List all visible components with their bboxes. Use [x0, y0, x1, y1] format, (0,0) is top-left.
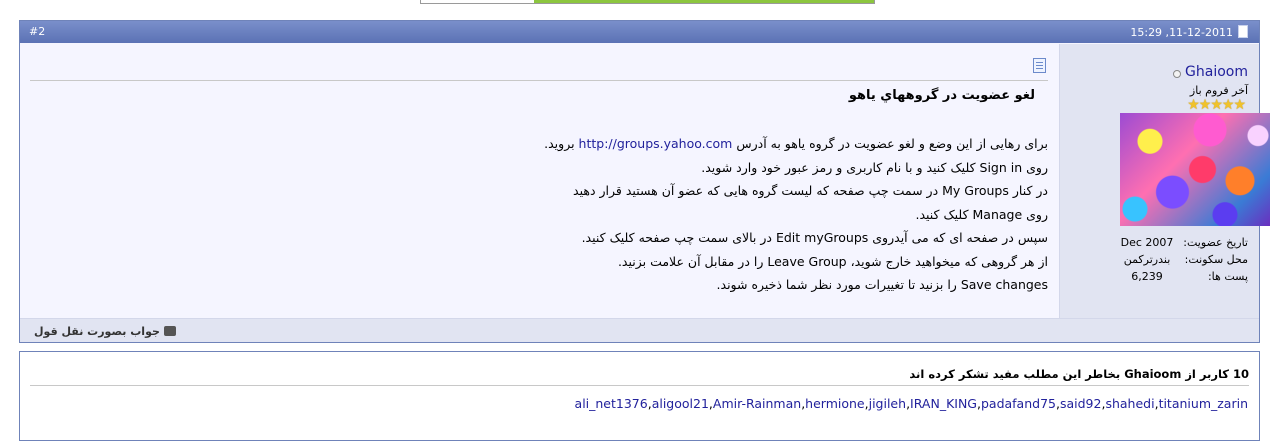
post-footer: جواب بصورت نقل قول: [20, 318, 1259, 342]
thanks-title: 10 کاربر از Ghaioom بخاطر اين مطلب مفيد …: [909, 367, 1249, 381]
quote-reply-label: جواب بصورت نقل قول: [34, 325, 160, 338]
post-number-link[interactable]: #2: [29, 25, 45, 38]
join-date-value: Dec 2007: [1120, 236, 1174, 249]
post-time: 15:29: [1130, 26, 1163, 39]
message-line: از هر گروهی که میخواهید خارج شوید، Leave…: [617, 253, 1048, 269]
thanks-user-link[interactable]: shahedi: [1105, 396, 1154, 411]
posts-row: پست ها: 6,239: [1098, 268, 1248, 285]
message-line: سپس در صفحه ای که می آیدروی Edit myGroup…: [581, 230, 1048, 245]
posts-value: 6,239: [1131, 270, 1163, 283]
thanks-user-link[interactable]: aligool21: [652, 396, 709, 411]
message-line: در کنار My Groups در سمت چپ صفحه که لیست…: [573, 183, 1048, 198]
message-line: روی Manage کلیک کنید.: [915, 206, 1048, 222]
thanks-user-link[interactable]: IRAN_KING: [910, 396, 977, 411]
message-line: برای رهایی از این وضع و لغو عضویت در گرو…: [544, 136, 1048, 151]
message-icon: [1033, 58, 1046, 73]
message-line: روی Sign in کلیک کنید و با نام کاربری و …: [701, 159, 1048, 175]
user-info-panel: Ghaioom آخر فروم باز ★★★★★ تاريخ عضويت: D…: [1059, 44, 1270, 318]
join-date-row: تاريخ عضويت: Dec 2007: [1098, 234, 1248, 251]
post-datetime: 11-12-2011, 15:29: [1130, 26, 1233, 39]
posts-label: پست ها:: [1207, 270, 1248, 283]
quote-reply-button[interactable]: جواب بصورت نقل قول: [34, 325, 176, 338]
thanks-user-list: ali_net1376,aligool21,Amir-Rainman,hermi…: [574, 396, 1248, 411]
thanks-user-link[interactable]: hermione: [805, 396, 864, 411]
thanks-box: 10 کاربر از Ghaioom بخاطر اين مطلب مفيد …: [19, 351, 1260, 441]
thanks-user-link[interactable]: jigileh: [869, 396, 906, 411]
post-date: 11-12-2011: [1169, 26, 1233, 39]
location-value: بندرترکمن: [1123, 253, 1171, 266]
post-header: #2 11-12-2011, 15:29: [20, 21, 1259, 43]
post-message: برای رهایی از این وضع و لغو عضویت در گرو…: [348, 132, 1048, 297]
document-icon: [1238, 25, 1248, 38]
quote-icon: [163, 326, 176, 336]
thanks-user-link[interactable]: titanium_zarin: [1159, 396, 1248, 411]
thanks-user-link[interactable]: said92: [1060, 396, 1102, 411]
top-bar-accent: [534, 0, 874, 3]
groups-yahoo-link[interactable]: http://groups.yahoo.com: [579, 136, 733, 151]
thanks-user-link[interactable]: padafand75: [981, 396, 1056, 411]
thanks-divider: [30, 385, 1249, 386]
location-label: محل سکونت:: [1184, 253, 1248, 266]
rank-stars-icon: ★★★★★: [1187, 97, 1246, 113]
join-date-label: تاريخ عضويت:: [1183, 236, 1248, 249]
thanks-user-link[interactable]: Amir-Rainman: [713, 396, 801, 411]
user-stats: تاريخ عضويت: Dec 2007 محل سکونت: بندرترکمن…: [1098, 234, 1248, 285]
user-title: آخر فروم باز: [1189, 84, 1248, 97]
username-link[interactable]: Ghaioom: [1185, 64, 1248, 80]
offline-status-icon: [1173, 70, 1181, 78]
message-line: Save changes را بزنید تا تغییرات مورد نظ…: [716, 277, 1048, 292]
title-divider: [30, 80, 1048, 81]
post-body: لغو عضويت در گروههاي ياهو برای رهایی از …: [20, 44, 1058, 318]
user-avatar[interactable]: [1120, 113, 1270, 226]
forum-post: #2 11-12-2011, 15:29 لغو عضويت در گروهها…: [19, 20, 1270, 343]
thanks-user-link[interactable]: ali_net1376: [575, 396, 648, 411]
location-row: محل سکونت: بندرترکمن: [1098, 251, 1248, 268]
post-title: لغو عضويت در گروههاي ياهو: [848, 88, 1035, 103]
top-bar-remnant: [420, 0, 875, 4]
